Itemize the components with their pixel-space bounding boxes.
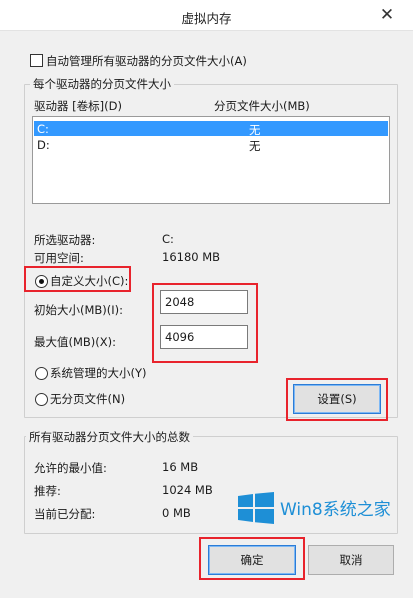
auto-manage-checkbox-row[interactable]: 自动管理所有驱动器的分页文件大小(A) bbox=[30, 54, 370, 68]
list-item[interactable]: D: 无 bbox=[34, 137, 388, 153]
selected-drive-label: 所选驱动器: bbox=[34, 233, 96, 247]
cancel-button[interactable]: 取消 bbox=[308, 545, 394, 575]
close-icon[interactable]: ✕ bbox=[375, 5, 399, 25]
size-cell: 无 bbox=[249, 139, 261, 153]
no-paging-label: 无分页文件(N) bbox=[50, 392, 126, 406]
per-drive-group-title: 每个驱动器的分页文件大小 bbox=[30, 76, 174, 92]
windows-logo-icon bbox=[238, 492, 274, 524]
ok-button[interactable]: 确定 bbox=[208, 545, 296, 575]
recommended-label: 推荐: bbox=[34, 484, 61, 498]
free-space-label: 可用空间: bbox=[34, 251, 84, 265]
system-managed-label: 系统管理的大小(Y) bbox=[50, 366, 147, 380]
recommended-value: 1024 MB bbox=[162, 483, 213, 497]
column-header-size: 分页文件大小(MB) bbox=[214, 99, 310, 113]
list-item[interactable]: C: 无 bbox=[34, 121, 388, 137]
current-allocated-value: 0 MB bbox=[162, 506, 191, 520]
current-allocated-label: 当前已分配: bbox=[34, 507, 96, 521]
window-title: 虚拟内存 bbox=[181, 11, 232, 26]
drive-cell: D: bbox=[37, 138, 50, 152]
set-button[interactable]: 设置(S) bbox=[293, 384, 381, 414]
auto-manage-checkbox[interactable] bbox=[30, 54, 43, 67]
selected-drive-value: C: bbox=[162, 232, 174, 246]
radio-selected-dot bbox=[39, 279, 44, 284]
max-size-label: 最大值(MB)(X): bbox=[34, 335, 117, 349]
max-size-input[interactable]: 4096 bbox=[160, 325, 248, 349]
system-managed-radio[interactable] bbox=[35, 367, 48, 380]
custom-size-radio[interactable] bbox=[35, 275, 48, 288]
drive-list[interactable]: C: 无 D: 无 bbox=[32, 116, 390, 204]
column-header-drive: 驱动器 [卷标](D) bbox=[34, 99, 122, 113]
totals-group-title: 所有驱动器分页文件大小的总数 bbox=[26, 429, 193, 445]
min-size-label: 允许的最小值: bbox=[34, 461, 107, 475]
custom-size-label: 自定义大小(C): bbox=[50, 274, 129, 288]
auto-manage-label: 自动管理所有驱动器的分页文件大小(A) bbox=[46, 54, 247, 68]
drive-cell: C: bbox=[37, 122, 49, 136]
no-paging-radio[interactable] bbox=[35, 393, 48, 406]
initial-size-label: 初始大小(MB)(I): bbox=[34, 303, 124, 317]
free-space-value: 16180 MB bbox=[162, 250, 221, 264]
initial-size-input[interactable]: 2048 bbox=[160, 290, 248, 314]
watermark-text: Win8系统之家 bbox=[280, 500, 391, 520]
size-cell: 无 bbox=[249, 123, 261, 137]
min-size-value: 16 MB bbox=[162, 460, 199, 474]
